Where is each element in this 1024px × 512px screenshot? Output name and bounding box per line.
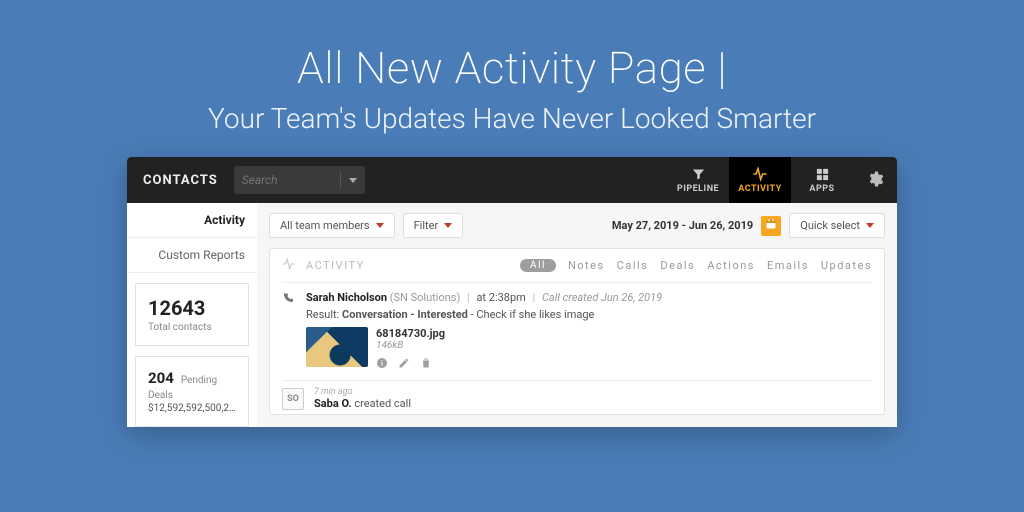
activity-entry: Sarah Nicholson (SN Solutions) | at 2:38…	[282, 282, 872, 372]
filter-chip-all[interactable]: All	[520, 259, 556, 272]
dropdown-label: All team members	[280, 219, 370, 232]
entry-contact-org: (SN Solutions)	[390, 291, 461, 304]
stat-pending-deals: 204 Pending Deals $12,592,592,500,2...	[135, 356, 249, 427]
members-dropdown[interactable]: All team members	[269, 213, 395, 238]
search-box[interactable]	[234, 166, 365, 194]
sidebar-item-custom-reports[interactable]: Custom Reports	[127, 238, 257, 273]
filter-chip-updates[interactable]: Updates	[821, 259, 872, 272]
dropdown-label: Filter	[414, 219, 439, 232]
nav-tab-activity[interactable]: ACTIVITY	[729, 157, 791, 203]
main-pane: All team members Filter May 27, 2019 - J…	[257, 203, 897, 427]
entry-time: at 2:38pm	[476, 291, 525, 304]
edit-icon[interactable]	[398, 357, 410, 372]
search-divider	[340, 172, 341, 188]
filter-chip-deals[interactable]: Deals	[660, 259, 695, 272]
entry-contact-name[interactable]: Sarah Nicholson	[306, 291, 387, 304]
filter-chip-actions[interactable]: Actions	[707, 259, 755, 272]
pulse-icon	[752, 166, 768, 182]
hero-subtitle: Your Team's Updates Have Never Looked Sm…	[0, 102, 1024, 135]
toolbar: All team members Filter May 27, 2019 - J…	[269, 213, 885, 238]
result-label: Result:	[306, 308, 339, 321]
phone-icon	[282, 293, 294, 307]
quick-select-dropdown[interactable]: Quick select	[789, 213, 885, 238]
search-dropdown-caret-icon[interactable]	[349, 178, 357, 183]
stat-amount: $12,592,592,500,2...	[148, 403, 236, 414]
filter-dropdown[interactable]: Filter	[403, 213, 464, 238]
pulse-icon	[282, 257, 296, 274]
apps-icon	[815, 166, 830, 182]
dropdown-label: Quick select	[800, 219, 860, 232]
brand: CONTACTS	[127, 173, 234, 188]
stat-value: 204	[148, 369, 174, 387]
nav-label: APPS	[809, 184, 834, 194]
top-bar: CONTACTS PIPELINE ACTIVITY	[127, 157, 897, 203]
entry-time: 7 min ago	[314, 387, 411, 397]
activity-panel: ACTIVITY All Notes Calls Deals Actions E…	[269, 248, 885, 415]
stat-value: 12643	[148, 296, 236, 320]
chevron-down-icon	[376, 223, 384, 228]
info-icon[interactable]	[376, 357, 388, 372]
nav-tab-pipeline[interactable]: PIPELINE	[667, 157, 729, 203]
avatar: SO	[282, 388, 304, 410]
entry-meta: Call created Jun 26, 2019	[542, 291, 662, 304]
chevron-down-icon	[444, 223, 452, 228]
activity-entry: SO 7 min ago Saba O. created call	[282, 380, 872, 410]
entry-action: created call	[354, 397, 411, 410]
chevron-down-icon	[866, 223, 874, 228]
stat-total-contacts: 12643 Total contacts	[135, 283, 249, 346]
nav-label: PIPELINE	[677, 184, 719, 194]
filter-chip-emails[interactable]: Emails	[767, 259, 809, 272]
settings-button[interactable]	[853, 170, 897, 191]
result-note: - Check if she likes image	[471, 308, 595, 321]
filter-chip-notes[interactable]: Notes	[568, 259, 605, 272]
attachment-filename[interactable]: 68184730.jpg	[376, 327, 445, 340]
sidebar: Activity Custom Reports 12643 Total cont…	[127, 203, 257, 427]
attachment-filesize: 146kB	[376, 340, 445, 351]
filter-chip-calls[interactable]: Calls	[617, 259, 649, 272]
stat-label: Total contacts	[148, 322, 236, 333]
search-input[interactable]	[242, 173, 332, 187]
calendar-button[interactable]	[761, 216, 781, 236]
result-value: Conversation - Interested	[342, 308, 468, 321]
gear-icon	[866, 170, 884, 191]
date-range: May 27, 2019 - Jun 26, 2019	[612, 219, 753, 232]
trash-icon[interactable]	[420, 357, 432, 372]
app-window: CONTACTS PIPELINE ACTIVITY	[127, 157, 897, 427]
entry-author[interactable]: Saba O.	[314, 397, 352, 410]
panel-title: ACTIVITY	[306, 259, 365, 272]
sidebar-item-activity[interactable]: Activity	[127, 203, 257, 238]
nav-label: ACTIVITY	[738, 184, 782, 194]
funnel-icon	[691, 166, 706, 182]
calendar-icon	[765, 218, 777, 233]
attachment-thumbnail[interactable]	[306, 327, 368, 367]
nav-tab-apps[interactable]: APPS	[791, 157, 853, 203]
hero-title: All New Activity Page |	[0, 42, 1024, 94]
